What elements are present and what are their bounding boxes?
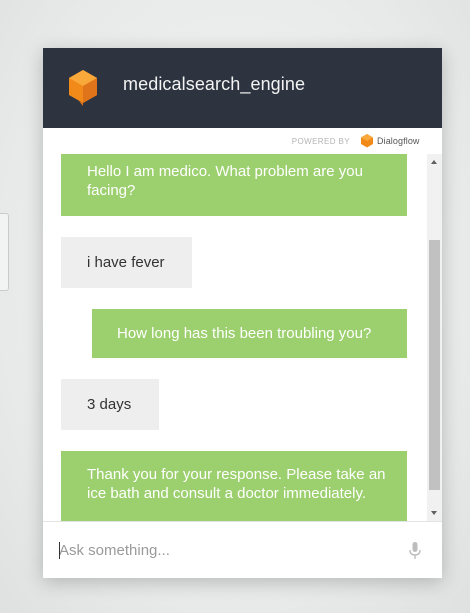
powered-by-bar: POWERED BY Dialogflow xyxy=(43,128,442,155)
agent-title: medicalsearch_engine xyxy=(123,74,306,94)
bot-message: Thank you for your response. Please take… xyxy=(61,451,407,521)
scroll-down-arrow-icon[interactable] xyxy=(431,511,437,515)
background-panel-edge xyxy=(0,213,9,291)
text-caret xyxy=(59,542,60,559)
powered-by-label: POWERED BY xyxy=(291,137,350,146)
dialogflow-logo-icon xyxy=(361,134,373,148)
composer-bar xyxy=(43,521,442,578)
user-message: i have fever xyxy=(61,237,192,288)
dialogflow-agent-cube-icon xyxy=(69,70,97,106)
microphone-icon[interactable] xyxy=(409,542,421,560)
bot-message: Hello I am medico. What problem are you … xyxy=(61,154,407,216)
message-input[interactable] xyxy=(57,536,389,564)
bot-message: How long has this been troubling you? xyxy=(92,309,407,358)
dialogflow-brand-label: Dialogflow xyxy=(377,136,420,146)
chat-header: medicalsearch_engine xyxy=(43,48,442,128)
message-scrollbar[interactable] xyxy=(427,154,442,521)
chat-widget: medicalsearch_engine POWERED BY Dialogfl… xyxy=(43,48,442,578)
message-list[interactable]: Hello I am medico. What problem are you … xyxy=(43,154,427,521)
user-message: 3 days xyxy=(61,379,159,430)
scroll-up-arrow-icon[interactable] xyxy=(431,160,437,164)
scrollbar-thumb[interactable] xyxy=(429,240,440,490)
